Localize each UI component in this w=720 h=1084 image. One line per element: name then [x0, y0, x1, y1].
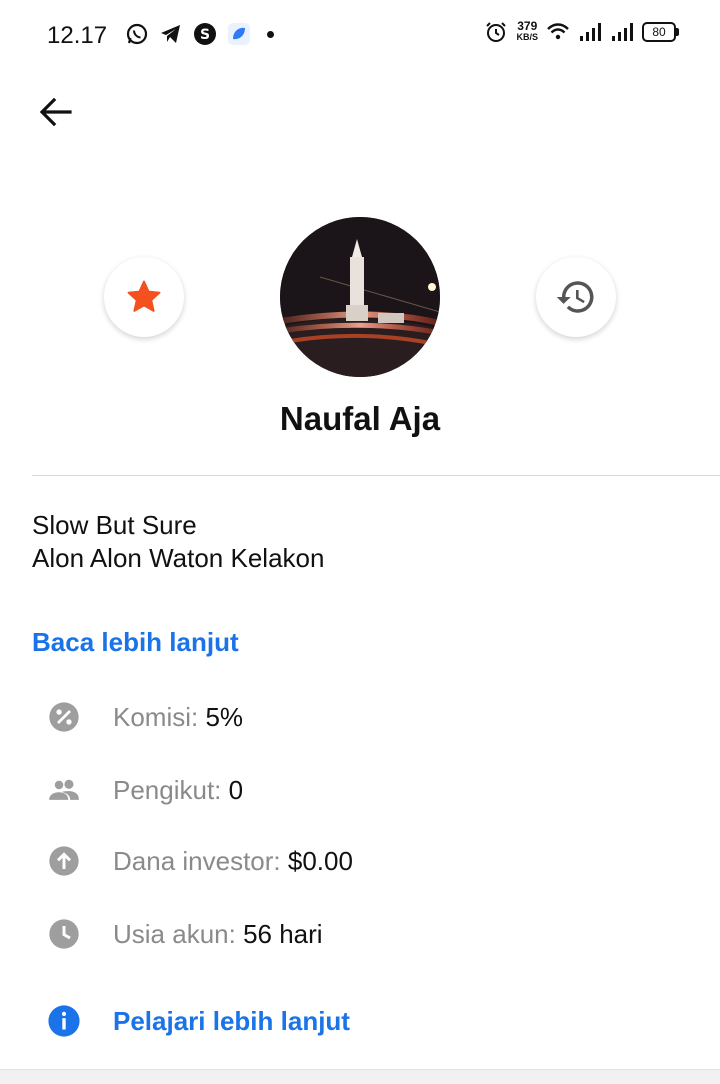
- stat-value: $0.00: [287, 845, 353, 876]
- stat-label: Usia akun:: [113, 918, 244, 949]
- clock-icon: [47, 917, 81, 951]
- avatar-photo: [280, 217, 440, 377]
- stat-label: Pengikut:: [113, 774, 229, 805]
- history-icon: [556, 281, 594, 313]
- whatsapp-icon: [126, 23, 148, 45]
- signal-icon-1: [580, 23, 601, 41]
- stat-label: Komisi:: [113, 701, 206, 732]
- divider: [32, 475, 720, 476]
- back-button[interactable]: [34, 90, 78, 134]
- stat-value: 0: [228, 774, 244, 805]
- learn-more-label: Pelajari lebih lanjut: [113, 1005, 350, 1036]
- star-icon: [127, 280, 161, 312]
- history-button[interactable]: [536, 257, 616, 337]
- percent-icon: [47, 700, 81, 734]
- notification-icons: S: [125, 22, 274, 46]
- signal-icon-2: [612, 23, 633, 41]
- stat-value: 56 hari: [243, 918, 323, 949]
- bio-line-2: Alon Alon Waton Kelakon: [32, 543, 325, 573]
- telegram-icon: [161, 25, 180, 43]
- system-icons: 379 KB/S 80: [484, 19, 679, 44]
- stat-value: 5%: [205, 701, 244, 732]
- stat-followers: Pengikut: 0: [47, 770, 243, 810]
- bio-line-1: Slow But Sure: [32, 510, 197, 540]
- bio-text: Slow But Sure Alon Alon Waton Kelakon: [32, 509, 324, 575]
- stat-label: Dana investor:: [113, 845, 288, 876]
- profile-name: Naufal Aja: [279, 400, 441, 437]
- stat-account-age: Usia akun: 56 hari: [47, 914, 323, 954]
- svg-text:S: S: [200, 27, 210, 43]
- status-bar: 12.17 S 379 KB/S 80: [0, 0, 720, 72]
- more-notifications-dot: [267, 30, 274, 38]
- favorite-button[interactable]: [104, 257, 184, 337]
- network-speed: 379 KB/S: [516, 19, 538, 42]
- stat-commission: Komisi: 5%: [47, 697, 243, 737]
- learn-more-link[interactable]: Pelajari lebih lanjut: [47, 1001, 350, 1041]
- wifi-icon: [547, 23, 569, 40]
- people-icon: [47, 773, 81, 807]
- read-more-link[interactable]: Baca lebih lanjut: [32, 627, 239, 658]
- battery-indicator: 80: [642, 22, 679, 42]
- arrow-up-circle-icon: [47, 844, 81, 878]
- info-icon: [47, 1004, 81, 1038]
- app-leaf-icon: [228, 23, 250, 45]
- alarm-icon: [486, 22, 507, 42]
- dollar-app-icon: S: [194, 23, 216, 45]
- status-time: 12.17: [47, 22, 108, 49]
- arrow-left-icon: [39, 97, 72, 127]
- avatar: [280, 217, 440, 377]
- bottom-bar: [0, 1069, 720, 1084]
- stat-investor-funds: Dana investor: $0.00: [47, 841, 353, 881]
